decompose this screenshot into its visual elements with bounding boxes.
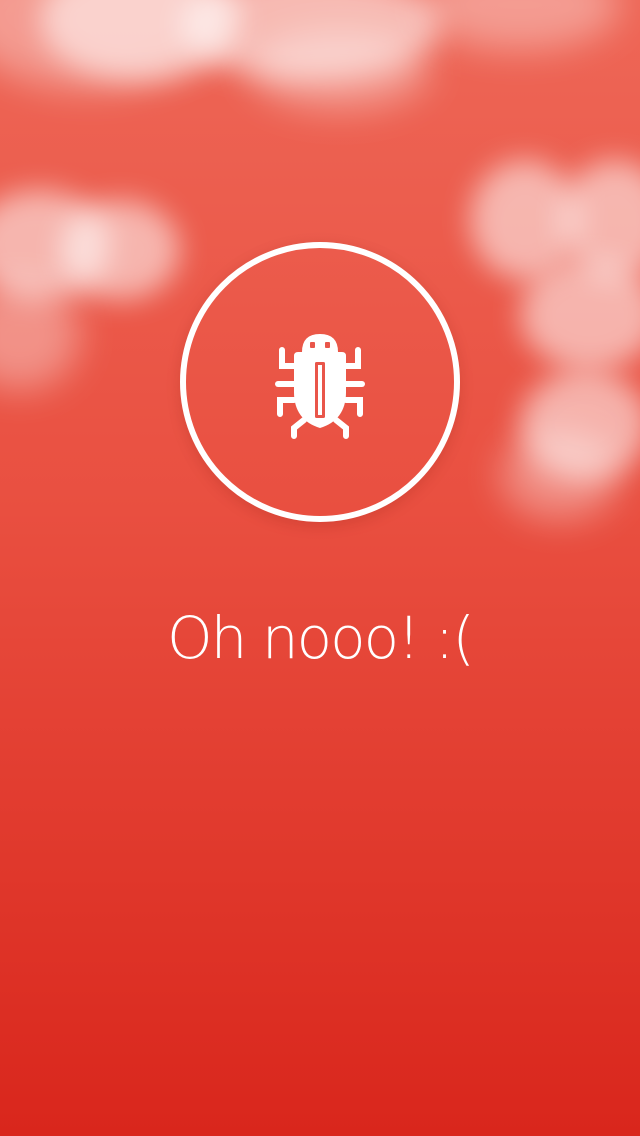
- error-icon-circle: [180, 242, 460, 522]
- bug-icon: [275, 334, 365, 439]
- error-message: Oh nooo! :(: [167, 604, 475, 672]
